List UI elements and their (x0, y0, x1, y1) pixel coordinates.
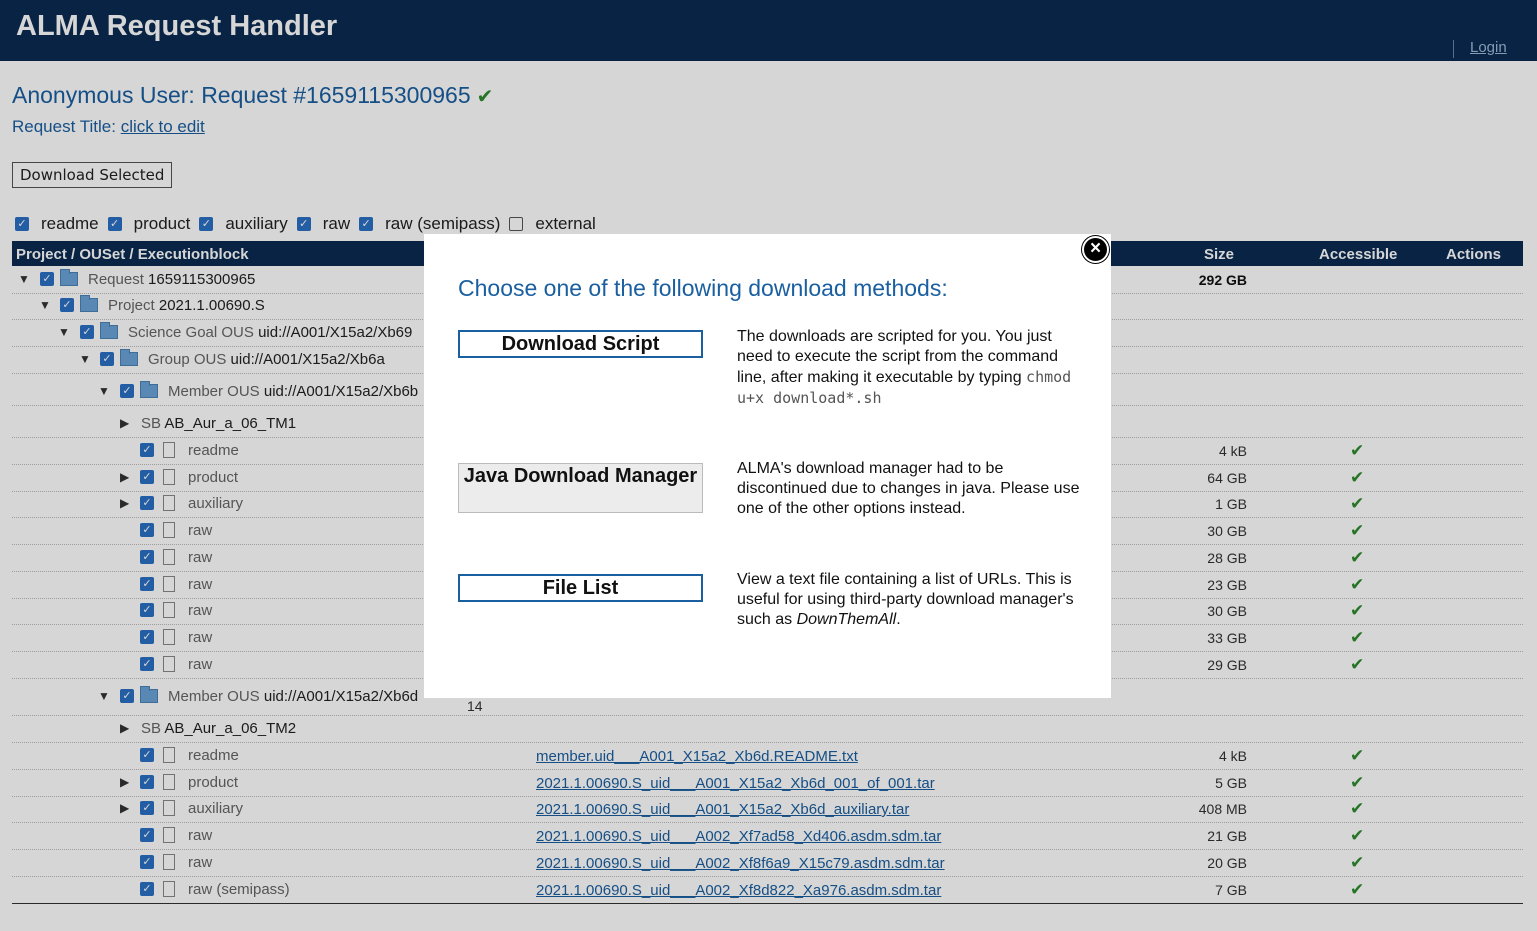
download-method-dialog: × Choose one of the following download m… (424, 234, 1111, 698)
java-download-manager-description: ALMA's download manager had to be discon… (737, 460, 1080, 517)
close-icon[interactable]: × (1082, 236, 1109, 263)
java-download-manager-button: Java Download Manager (458, 463, 703, 513)
download-script-description: The downloads are scripted for you. You … (737, 328, 1072, 407)
file-list-button[interactable]: File List (458, 574, 703, 602)
download-script-button[interactable]: Download Script (458, 330, 703, 358)
file-list-description: View a text file containing a list of UR… (737, 571, 1074, 628)
dialog-title: Choose one of the following download met… (458, 275, 948, 301)
